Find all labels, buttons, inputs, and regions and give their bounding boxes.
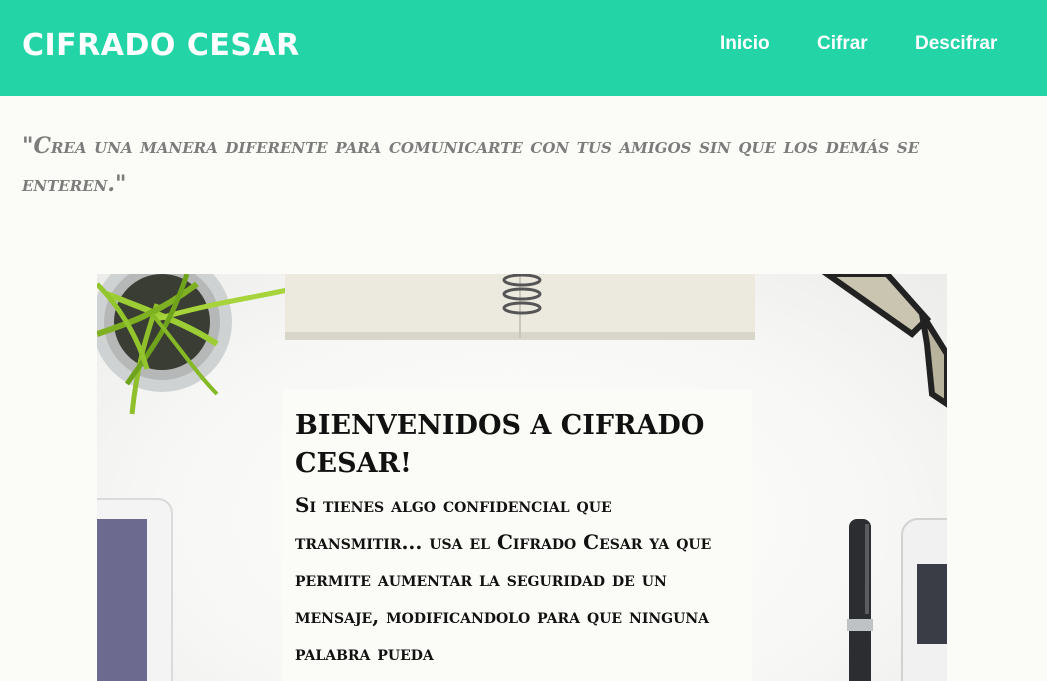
glasses-icon [821,274,947,408]
top-navbar: CIFRADO CESAR Inicio Cifrar Descifrar [0,0,1047,96]
nav-link-cifrar[interactable]: Cifrar [817,33,868,55]
brand-logo[interactable]: CIFRADO CESAR [22,28,300,64]
hero-banner: BIENVENIDOS A CIFRADO CESAR! Si tienes a… [97,274,947,681]
nav-link-inicio[interactable]: Inicio [720,33,770,55]
plant-icon [97,274,293,415]
welcome-text: Si tienes algo confidencial que transmit… [295,493,712,665]
pen-icon [847,519,873,681]
tagline-quote: "Crea una manera diferente para comunica… [22,133,920,197]
nav-link-descifrar[interactable]: Descifrar [915,33,997,55]
notebook-icon [285,274,755,340]
welcome-title: BIENVENIDOS A CIFRADO CESAR! [295,410,705,479]
welcome-card: BIENVENIDOS A CIFRADO CESAR! Si tienes a… [282,389,752,681]
phone-icon [901,518,947,681]
tablet-icon [97,498,173,681]
